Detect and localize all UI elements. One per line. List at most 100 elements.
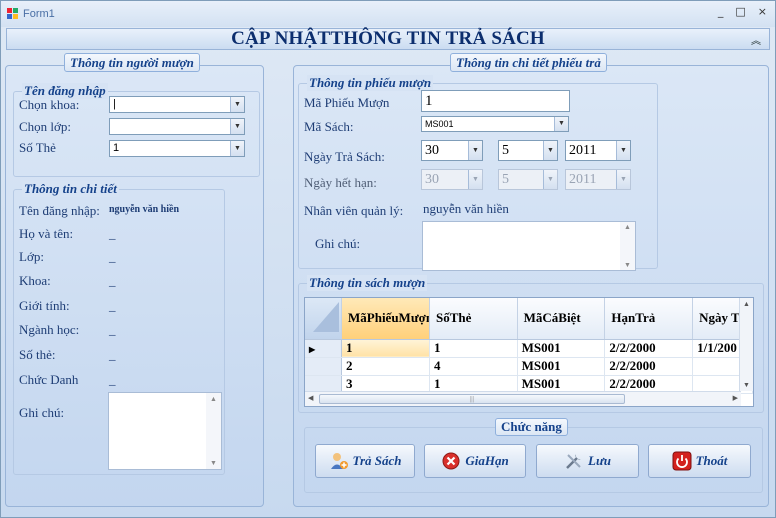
gender-value: _ [109,298,116,313]
fullname-value: _ [109,226,116,241]
app-icon [7,8,19,20]
title-label: Chức Danh [19,372,79,387]
current-row-arrow-icon: ▶ [309,345,316,354]
vertical-scrollbar[interactable]: ▲ ▼ [739,298,753,391]
chevron-down-icon[interactable]: ▼ [230,141,244,156]
fullname-label: Họ và tên: [19,226,74,241]
faculty-select[interactable]: | ▼ [109,96,245,113]
cancel-icon [442,452,460,470]
table-cell[interactable]: 4 [429,357,518,376]
page-title: CẬP NHẬTTHÔNG TIN TRẢ SÁCH [231,28,545,49]
chevron-down-icon[interactable]: ▼ [230,119,244,134]
due-day-select: 30 ▼ [421,169,483,190]
borrower-note-textarea[interactable]: ▲ ▼ [108,392,222,470]
column-header[interactable]: MãPhiếuMượn [341,298,430,340]
book-id-select[interactable]: MS001 ▼ [421,116,569,132]
table-cell[interactable]: MS001 [517,357,606,376]
return-panel-tab: Thông tin chi tiết phiếu trả [450,53,607,72]
card-number-label: Số Thẻ [19,140,56,155]
borrower-panel-tab: Thông tin người mượn [64,53,200,72]
gender-label: Giới tính: [19,298,70,313]
title-value: _ [109,372,116,387]
class-info-value: _ [109,249,116,264]
staff-label: Nhân viên quản lý: [304,203,404,218]
card-info-value: _ [109,347,116,362]
return-year-select[interactable]: 2011 ▼ [565,140,631,161]
card-number-select[interactable]: 1 ▼ [109,140,245,157]
chevron-down-icon: ▼ [468,170,482,189]
slip-group-label: Thông tin phiếu mượn [307,75,434,91]
chevron-down-icon[interactable]: ▼ [554,117,568,131]
chevron-down-icon[interactable]: ▼ [616,141,630,160]
tools-icon [566,454,582,469]
select-all-corner[interactable] [305,298,342,340]
books-group-label: Thông tin sách mượn [307,275,428,291]
extend-button[interactable]: GiaHạn [424,444,526,478]
due-month-select: 5 ▼ [498,169,558,190]
class-select[interactable]: ▼ [109,118,245,135]
book-id-label: Mã Sách: [304,119,354,134]
return-date-label: Ngày Trả Sách: [304,149,385,164]
class-info-label: Lớp: [19,249,44,264]
exit-button[interactable]: Thoát [648,444,751,478]
faculty-info-value: _ [109,273,116,288]
borrowed-books-table[interactable]: MãPhiếuMượn SốThẻ MãCáBiệt HạnTrả Ngày T… [304,297,754,407]
return-day-select[interactable]: 30 ▼ [421,140,483,161]
username-value: nguyễn văn hiền [109,204,180,215]
due-date-label: Ngày hết hạn: [304,175,377,190]
scroll-right-icon[interactable]: ▶ [733,394,738,402]
window-title: Form1 [23,8,55,20]
table-cell[interactable]: 2/2/2000 [604,357,694,376]
return-month-select[interactable]: 5 ▼ [498,140,558,161]
faculty-info-label: Khoa: [19,273,51,288]
power-icon [672,451,692,471]
table-row[interactable]: ▶ 1 1 MS001 2/2/2000 1/1/200 [305,339,753,358]
major-value: _ [109,322,116,337]
username-label: Tên đăng nhập: [19,203,100,218]
chevron-down-icon[interactable]: ▼ [468,141,482,160]
return-book-button[interactable]: Trả Sách [315,444,415,478]
minimize-button[interactable]: _ [718,5,724,18]
horizontal-scrollbar[interactable]: ◀ ||| ▶ [305,391,741,406]
scroll-up-icon[interactable]: ▲ [743,300,750,308]
slip-note-textarea[interactable]: ▲ ▼ [422,221,636,271]
column-header[interactable]: HạnTrả [604,298,694,340]
card-info-label: Số thẻ: [19,347,56,362]
save-button[interactable]: Lưu [536,444,639,478]
note-label: Ghi chú: [19,405,65,420]
chevron-down-icon: ▼ [616,170,630,189]
table-cell[interactable]: 2 [341,357,430,376]
close-button[interactable]: × [758,5,767,18]
chevron-down-icon[interactable]: ▼ [230,97,244,112]
column-header[interactable]: MãCáBiệt [517,298,606,340]
slip-id-label: Mã Phiếu Mượn [304,95,390,110]
class-label: Chọn lớp: [19,119,72,134]
row-header[interactable]: ▶ [305,339,342,358]
chevron-down-icon[interactable]: ▼ [543,141,557,160]
staff-value: nguyễn văn hiền [423,201,509,216]
slip-id-input[interactable]: 1 [421,90,570,112]
actions-group-label: Chức năng [495,418,568,436]
add-user-icon [330,453,348,469]
row-header[interactable] [305,357,342,376]
corner-triangle-icon [313,302,339,333]
column-header[interactable]: SốThẻ [429,298,518,340]
scroll-thumb[interactable]: ||| [319,394,625,404]
table-cell[interactable]: 1 [429,339,518,358]
table-cell[interactable]: MS001 [517,339,606,358]
table-row[interactable]: 2 4 MS001 2/2/2000 [305,357,753,376]
faculty-label: Chọn khoa: [19,97,80,112]
table-cell[interactable]: 1 [341,339,430,358]
chevron-down-icon: ▼ [543,170,557,189]
major-label: Ngành học: [19,322,80,337]
collapse-icon[interactable]: ︽ [751,32,761,47]
scrollbar[interactable]: ▲ ▼ [620,222,635,270]
scroll-down-icon[interactable]: ▼ [743,381,750,389]
detail-group-label: Thông tin chi tiết [22,181,119,197]
scroll-left-icon[interactable]: ◀ [308,394,313,402]
scrollbar[interactable]: ▲ ▼ [206,393,221,469]
table-cell[interactable]: 2/2/2000 [604,339,694,358]
due-year-select: 2011 ▼ [565,169,631,190]
slip-note-label: Ghi chú: [315,236,361,251]
maximize-button[interactable]: □ [735,5,745,18]
